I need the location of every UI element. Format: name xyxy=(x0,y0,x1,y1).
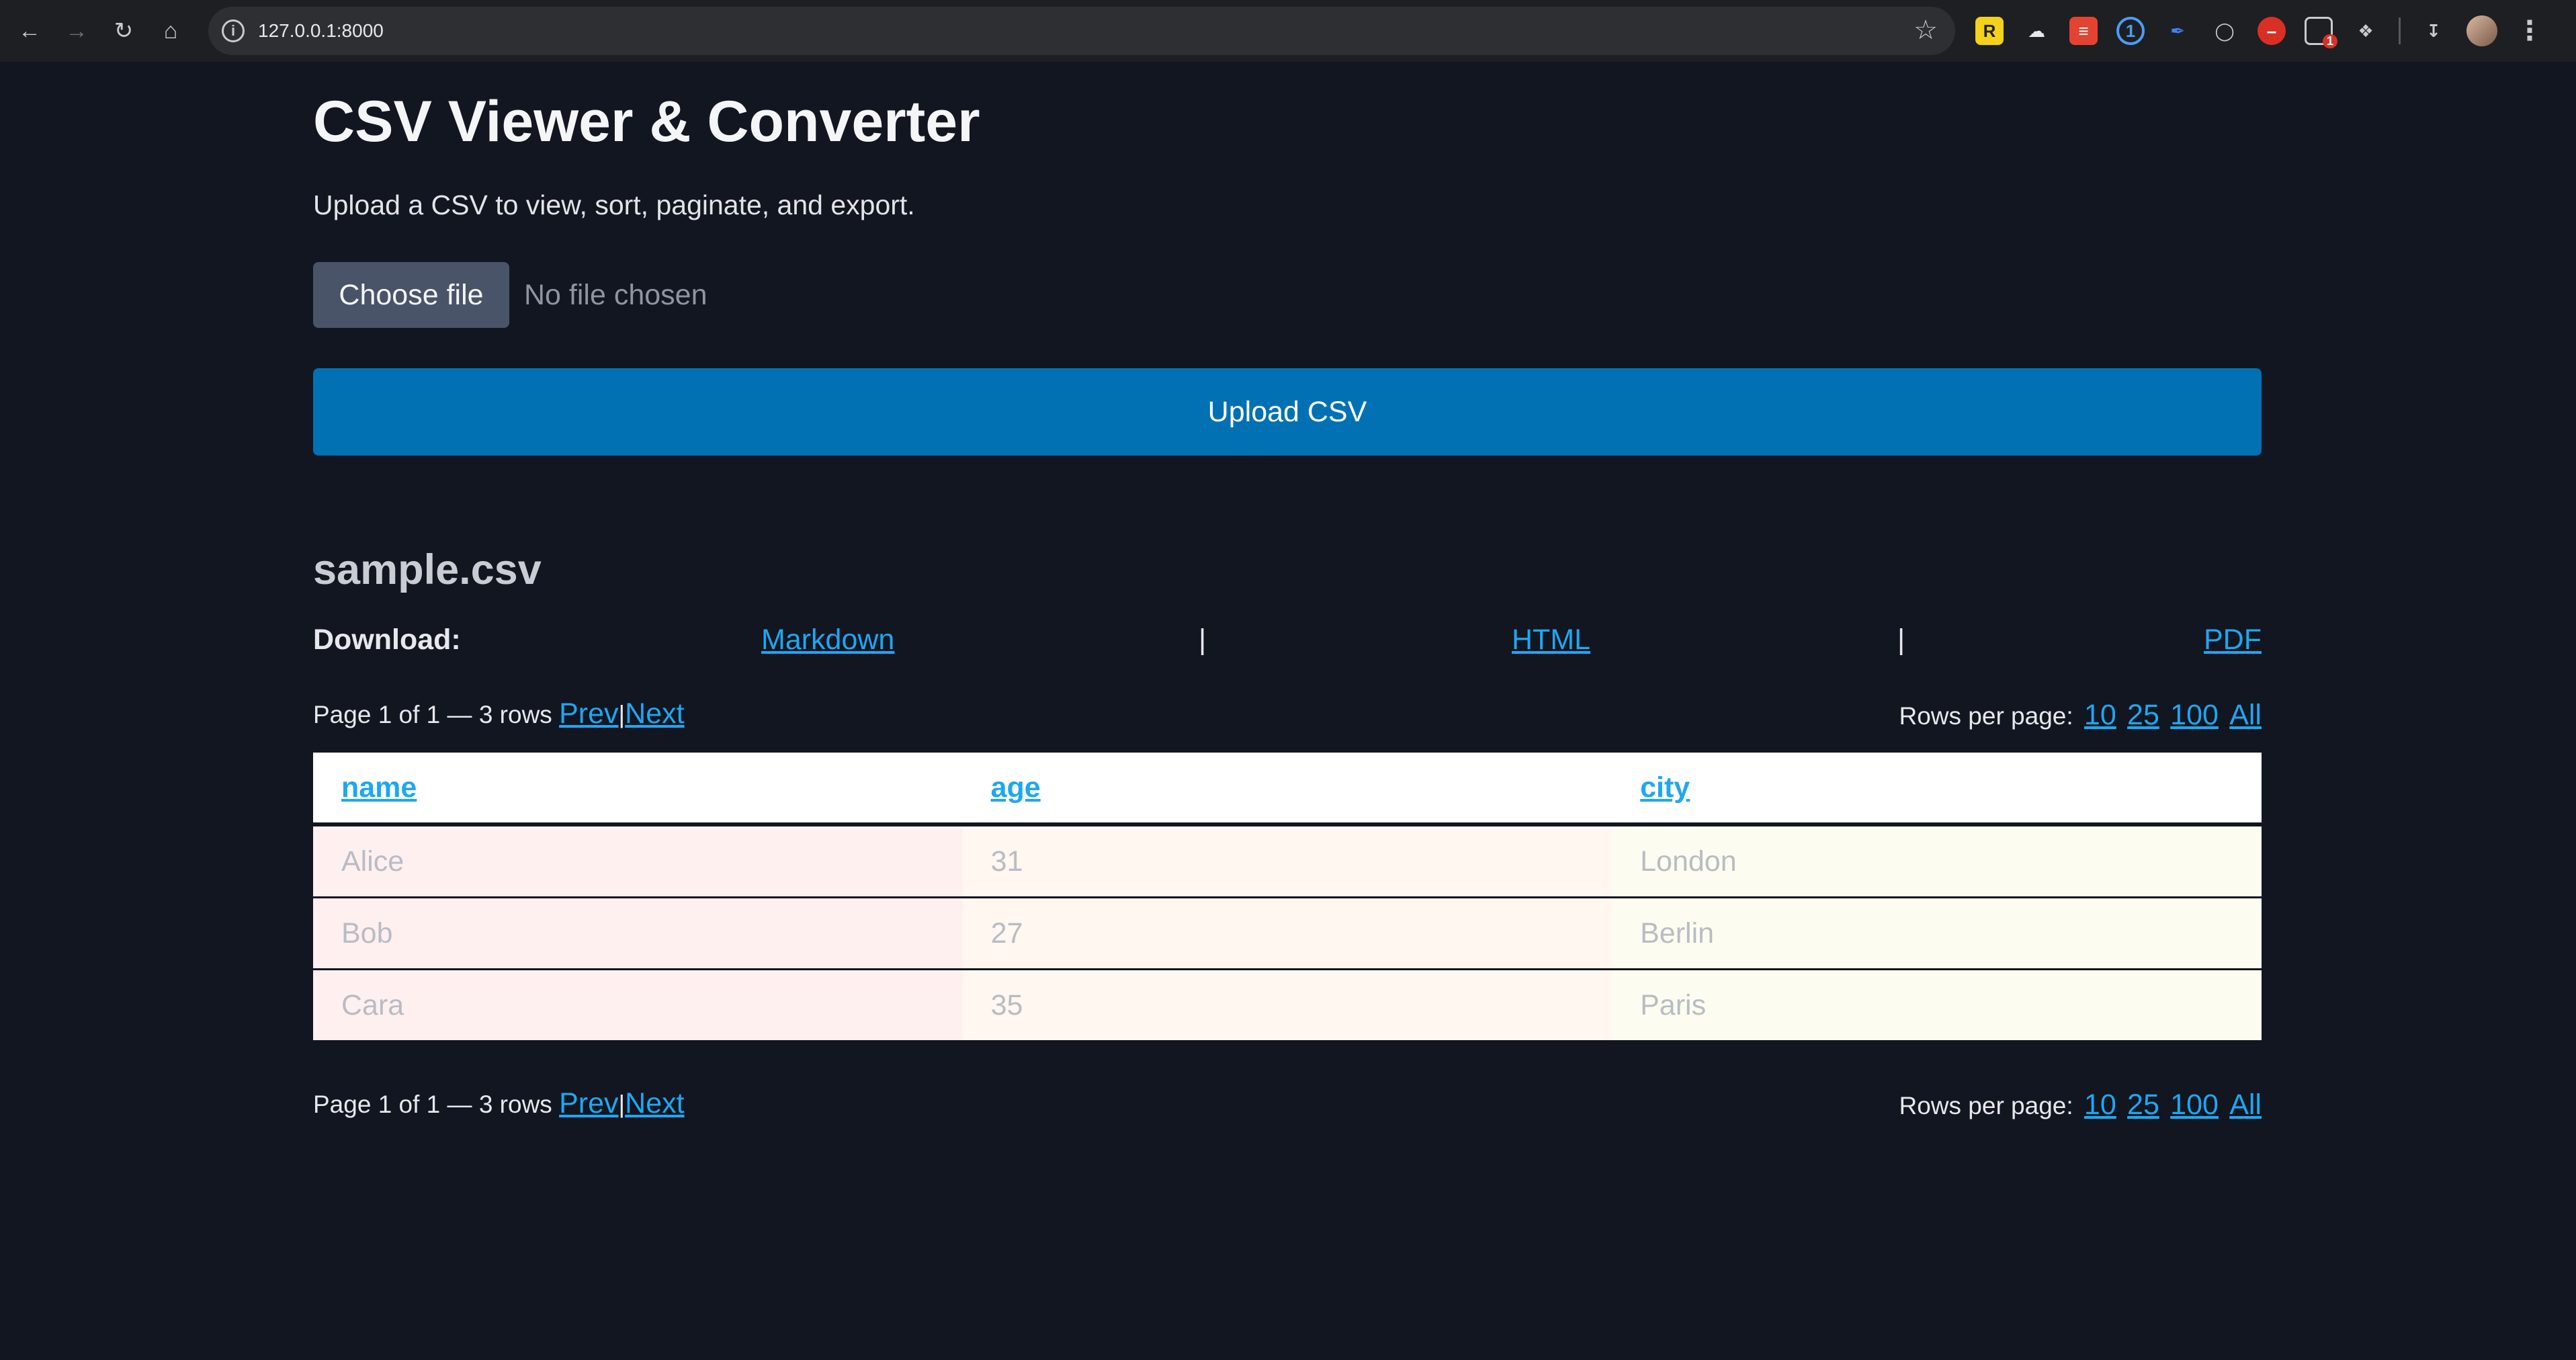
rows-per-page-25[interactable]: 25 xyxy=(2127,1089,2159,1121)
sort-age-link[interactable]: age xyxy=(991,771,1041,804)
download-separator: | xyxy=(1199,624,1207,656)
browser-toolbar: ← → ↻ ⌂ i 127.0.0.1:8000 ☆ R ☁ ≡ 1 ✒ ◯ –… xyxy=(0,0,2576,62)
file-input: Choose file No file chosen xyxy=(313,262,707,328)
extension-glasses-icon[interactable]: ◯ xyxy=(2210,17,2239,45)
table-row: Alice 31 London xyxy=(313,824,2262,898)
choose-file-button[interactable]: Choose file xyxy=(313,262,509,328)
rows-per-page-top: Rows per page: 10 25 100 All xyxy=(1899,699,2262,732)
download-separator: | xyxy=(1897,624,1905,656)
profile-avatar[interactable] xyxy=(2466,15,2497,46)
cell-age: 31 xyxy=(962,824,1613,898)
pager-separator: | xyxy=(618,1091,626,1118)
cell-age: 27 xyxy=(962,897,1613,970)
download-label: Download: xyxy=(313,624,461,656)
rows-per-page-25[interactable]: 25 xyxy=(2127,699,2159,731)
file-name-heading: sample.csv xyxy=(313,546,542,593)
sort-city-link[interactable]: city xyxy=(1640,771,1690,804)
rows-per-page-all[interactable]: All xyxy=(2229,1089,2262,1121)
rows-per-page-label: Rows per page: xyxy=(1899,702,2073,730)
column-header-age: age xyxy=(962,753,1613,826)
csv-table: name age city Alice 31 London Bob 27 Ber… xyxy=(313,753,2262,1040)
extension-badge-icon[interactable]: 1 xyxy=(2305,17,2337,48)
extension-password-icon[interactable]: 1 xyxy=(2116,17,2145,45)
toolbar-divider xyxy=(2399,17,2401,44)
rows-per-page-all[interactable]: All xyxy=(2229,699,2262,731)
rows-per-page-100[interactable]: 100 xyxy=(2170,699,2219,731)
table-row: Cara 35 Paris xyxy=(313,969,2262,1040)
extension-pen-icon[interactable]: ✒ xyxy=(2163,17,2192,45)
pagination-bottom: Page 1 of 1 — 3 rows Prev|Next xyxy=(313,1087,685,1120)
extension-r-icon[interactable]: R xyxy=(1975,17,2004,45)
rows-per-page-100[interactable]: 100 xyxy=(2170,1089,2219,1121)
cell-city: London xyxy=(1612,824,2262,898)
url-text[interactable]: 127.0.0.1:8000 xyxy=(258,20,384,42)
browser-menu-icon[interactable]: ⋮ xyxy=(2516,15,2543,46)
cell-name: Alice xyxy=(313,824,963,898)
bookmark-star-icon[interactable]: ☆ xyxy=(1914,15,1938,46)
extensions-puzzle-icon[interactable]: ❖ xyxy=(2352,17,2380,45)
extension-block-icon[interactable]: – xyxy=(2258,17,2286,45)
table-row: Bob 27 Berlin xyxy=(313,897,2262,970)
download-icon[interactable]: ↧ xyxy=(2419,17,2448,45)
extension-todoist-icon[interactable]: ≡ xyxy=(2069,17,2098,45)
upload-csv-button[interactable]: Upload CSV xyxy=(313,368,2262,456)
extension-cloud-icon[interactable]: ☁ xyxy=(2022,17,2051,45)
download-row: Download: Markdown | HTML | PDF xyxy=(313,624,2262,664)
address-bar[interactable]: i 127.0.0.1:8000 ☆ xyxy=(208,7,1955,55)
table-header-row: name age city xyxy=(313,753,2262,826)
cell-city: Paris xyxy=(1612,969,2262,1040)
column-header-city: city xyxy=(1612,753,2262,826)
page-title: CSV Viewer & Converter xyxy=(313,89,980,154)
pagination-top: Page 1 of 1 — 3 rows Prev|Next xyxy=(313,697,685,730)
rows-per-page-bottom: Rows per page: 10 25 100 All xyxy=(1899,1089,2262,1121)
extension-badge-count: 1 xyxy=(2322,34,2337,48)
sort-name-link[interactable]: name xyxy=(341,771,417,804)
next-link[interactable]: Next xyxy=(625,697,684,730)
no-file-label: No file chosen xyxy=(524,278,707,311)
rows-per-page-label: Rows per page: xyxy=(1899,1092,2073,1119)
site-info-icon[interactable]: i xyxy=(222,19,245,42)
cell-name: Bob xyxy=(313,897,963,970)
rows-per-page-10[interactable]: 10 xyxy=(2084,1089,2116,1121)
extensions-area: R ☁ ≡ 1 ✒ ◯ – 1 ❖ ↧ ⋮ xyxy=(1975,0,2543,62)
page-status: Page 1 of 1 — 3 rows xyxy=(313,701,552,728)
back-icon[interactable]: ← xyxy=(11,12,48,50)
next-link[interactable]: Next xyxy=(625,1087,684,1119)
reload-icon[interactable]: ↻ xyxy=(105,12,142,50)
home-icon[interactable]: ⌂ xyxy=(152,12,189,50)
page-status: Page 1 of 1 — 3 rows xyxy=(313,1091,552,1118)
prev-link[interactable]: Prev xyxy=(559,697,618,730)
pager-separator: | xyxy=(618,701,626,728)
download-pdf-link[interactable]: PDF xyxy=(2204,624,2262,656)
column-header-name: name xyxy=(313,753,963,826)
forward-icon[interactable]: → xyxy=(58,12,95,50)
cell-name: Cara xyxy=(313,969,963,1040)
page-subtitle: Upload a CSV to view, sort, paginate, an… xyxy=(313,189,915,220)
download-markdown-link[interactable]: Markdown xyxy=(761,624,894,656)
download-html-link[interactable]: HTML xyxy=(1512,624,1590,656)
prev-link[interactable]: Prev xyxy=(559,1087,618,1119)
cell-age: 35 xyxy=(962,969,1613,1040)
rows-per-page-10[interactable]: 10 xyxy=(2084,699,2116,731)
cell-city: Berlin xyxy=(1612,897,2262,970)
